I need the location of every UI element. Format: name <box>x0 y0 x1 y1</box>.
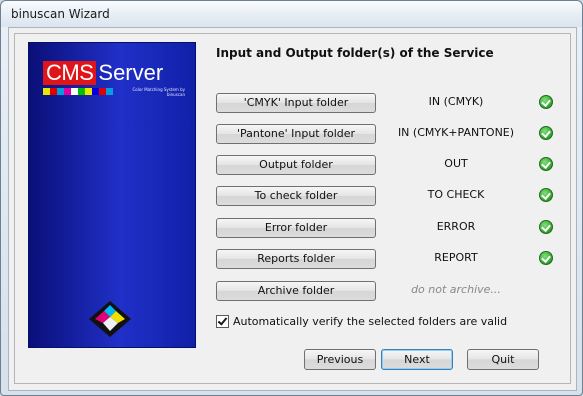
folder-row: Archive folder do not archive... <box>216 281 556 301</box>
folder-value: IN (CMYK+PANTONE) <box>397 126 515 139</box>
previous-label: Previous <box>316 353 364 366</box>
folder-value: do not archive... <box>411 283 501 296</box>
folder-button[interactable]: Archive folder <box>216 281 376 301</box>
folder-button[interactable]: Output folder <box>216 155 376 175</box>
folder-row: 'Pantone' Input folder IN (CMYK+PANTONE) <box>216 124 556 144</box>
title-bar[interactable]: binuscan Wizard <box>1 1 582 27</box>
folder-button[interactable]: 'CMYK' Input folder <box>216 93 376 113</box>
folder-button[interactable]: 'Pantone' Input folder <box>216 124 376 144</box>
folder-value: ERROR <box>436 220 476 233</box>
folder-row: Error folder ERROR <box>216 218 556 238</box>
folder-value: TO CHECK <box>427 188 485 201</box>
color-strip <box>43 88 113 95</box>
folder-button[interactable]: Reports folder <box>216 249 376 269</box>
next-label: Next <box>404 353 430 366</box>
color-device-icon <box>89 301 131 337</box>
valid-check-icon <box>539 126 553 140</box>
valid-check-icon <box>539 95 553 109</box>
valid-check-icon <box>539 188 553 202</box>
folder-value: IN (CMYK) <box>428 95 484 108</box>
valid-check-icon <box>539 220 553 234</box>
folder-row: 'CMYK' Input folder IN (CMYK) <box>216 93 556 113</box>
folder-button[interactable]: To check folder <box>216 186 376 206</box>
quit-label: Quit <box>491 353 515 366</box>
folder-button[interactable]: Error folder <box>216 218 376 238</box>
previous-button[interactable]: Previous <box>304 349 376 370</box>
valid-check-icon <box>539 251 553 265</box>
logo-server-text: Server <box>98 60 164 85</box>
cms-server-logo: CMS Server Color Matching System by binus… <box>43 60 185 113</box>
cms-server-banner: CMS Server Color Matching System by binus… <box>28 42 196 348</box>
verify-label: Automatically verify the selected folder… <box>233 314 508 328</box>
valid-check-icon <box>539 157 553 171</box>
quit-button[interactable]: Quit <box>467 349 539 370</box>
folder-row: Output folder OUT <box>216 155 556 175</box>
page-heading: Input and Output folder(s) of the Servic… <box>216 46 494 60</box>
verify-checkbox[interactable] <box>216 314 229 328</box>
folder-row: Reports folder REPORT <box>216 249 556 269</box>
folder-row: To check folder TO CHECK <box>216 186 556 206</box>
next-button[interactable]: Next <box>381 349 453 370</box>
folder-value: REPORT <box>434 251 478 264</box>
folder-value: OUT <box>444 157 468 170</box>
logo-tagline: Color Matching System by binuscan <box>132 87 185 97</box>
logo-cms-text: CMS <box>43 61 97 85</box>
window-title: binuscan Wizard <box>11 7 110 21</box>
verify-option[interactable]: Automatically verify the selected folder… <box>216 313 507 329</box>
